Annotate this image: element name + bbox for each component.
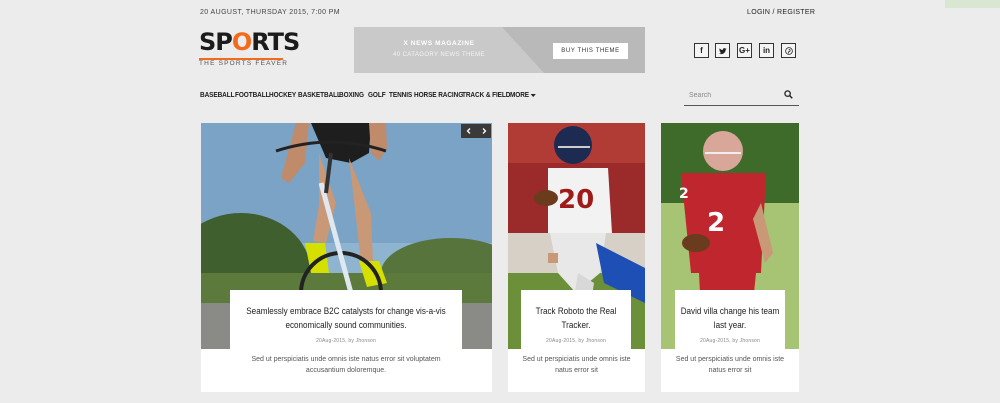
logo-wordmark: SPORTS (199, 28, 300, 56)
nav-item-football[interactable]: FOOTBALL (235, 90, 270, 100)
jersey-number: 20 (558, 185, 594, 215)
nav-item-more[interactable]: MORE (510, 90, 536, 100)
nav-item-golf[interactable]: GOLF (368, 90, 386, 100)
card-title[interactable]: David villa change his team last year. (681, 304, 780, 332)
date-text: 20 AUGUST, THURSDAY 2015, 7:00 PM (200, 9, 341, 16)
prev-arrow-icon[interactable] (461, 124, 476, 138)
card-excerpt: Sed ut perspiciatis unde omnis iste natu… (522, 356, 631, 374)
jersey-sleeve-number: 2 (679, 186, 689, 202)
card-meta: 20Aug-2015, by Jhonson (546, 338, 606, 344)
logo-underline (199, 58, 283, 60)
google-plus-icon[interactable]: G+ (737, 43, 752, 58)
card-caption: Track Roboto the Real Tracker. 20Aug-201… (521, 290, 631, 350)
news-card[interactable]: 20 Track Roboto the Real Tracker. 20Aug-… (508, 123, 645, 392)
nav-item-hockey[interactable]: HOCKEY (269, 90, 296, 100)
twitter-icon[interactable] (715, 43, 730, 58)
search-box (684, 84, 799, 106)
caret-down-icon (530, 93, 536, 97)
page: 20 AUGUST, THURSDAY 2015, 7:00 PM LOGIN … (0, 0, 1000, 403)
featured-card[interactable]: Seamlessly embrace B2C catalysts for cha… (201, 123, 492, 392)
nav-item-baseball[interactable]: BASEBALL (200, 90, 235, 100)
nav-item-boxing[interactable]: BOXING (339, 90, 364, 100)
linkedin-icon[interactable]: in (759, 43, 774, 58)
banner-title: X NEWS MAGAZINE (403, 40, 475, 47)
buy-theme-button[interactable]: BUY THIS THEME (553, 43, 628, 59)
card-meta: 20Aug-2015, by Jhonson (700, 338, 760, 344)
nav-item-basketball[interactable]: BASKETBALL (298, 90, 341, 100)
card-excerpt: Sed ut perspiciatis unde omnis iste natu… (675, 356, 785, 374)
logo-tagline: THE SPORTS FEAVER (199, 60, 289, 67)
facebook-icon[interactable]: f (694, 43, 709, 58)
top-strip (945, 0, 1000, 8)
card-meta: 20Aug-2015, by Jhonson (316, 338, 376, 344)
nav-item-track-field[interactable]: TRACK & FIELD (462, 90, 510, 100)
card-title[interactable]: Seamlessly embrace B2C catalysts for cha… (242, 304, 451, 332)
card-title[interactable]: Track Roboto the Real Tracker. (527, 304, 626, 332)
main-nav: BASEBALL FOOTBALL HOCKEY BASKETBALL BOXI… (200, 90, 536, 100)
next-arrow-icon[interactable] (476, 124, 491, 138)
search-icon[interactable] (784, 90, 793, 99)
jersey-number: 2 (707, 208, 725, 238)
banner-subtitle: 40 CATAGORY NEWS THEME (393, 52, 485, 58)
card-caption: Seamlessly embrace B2C catalysts for cha… (230, 290, 462, 350)
slider-controls (461, 124, 491, 138)
news-card[interactable]: 2 2 David villa change his team last yea… (661, 123, 799, 392)
nav-item-horse-racing[interactable]: HORSE RACING (414, 90, 463, 100)
site-logo[interactable]: SPORTS THE SPORTS FEAVER (199, 28, 300, 70)
banner-light-panel (354, 27, 544, 73)
card-excerpt: Sed ut perspiciatis unde omnis iste natu… (251, 356, 441, 374)
search-input[interactable] (689, 89, 779, 101)
card-caption: David villa change his team last year. 2… (675, 290, 785, 350)
nav-more-label: MORE (510, 90, 530, 99)
login-register-link[interactable]: LOGIN / REGISTER (747, 9, 815, 16)
pinterest-icon[interactable] (781, 43, 796, 58)
nav-item-tennis[interactable]: TENNIS (389, 90, 412, 100)
